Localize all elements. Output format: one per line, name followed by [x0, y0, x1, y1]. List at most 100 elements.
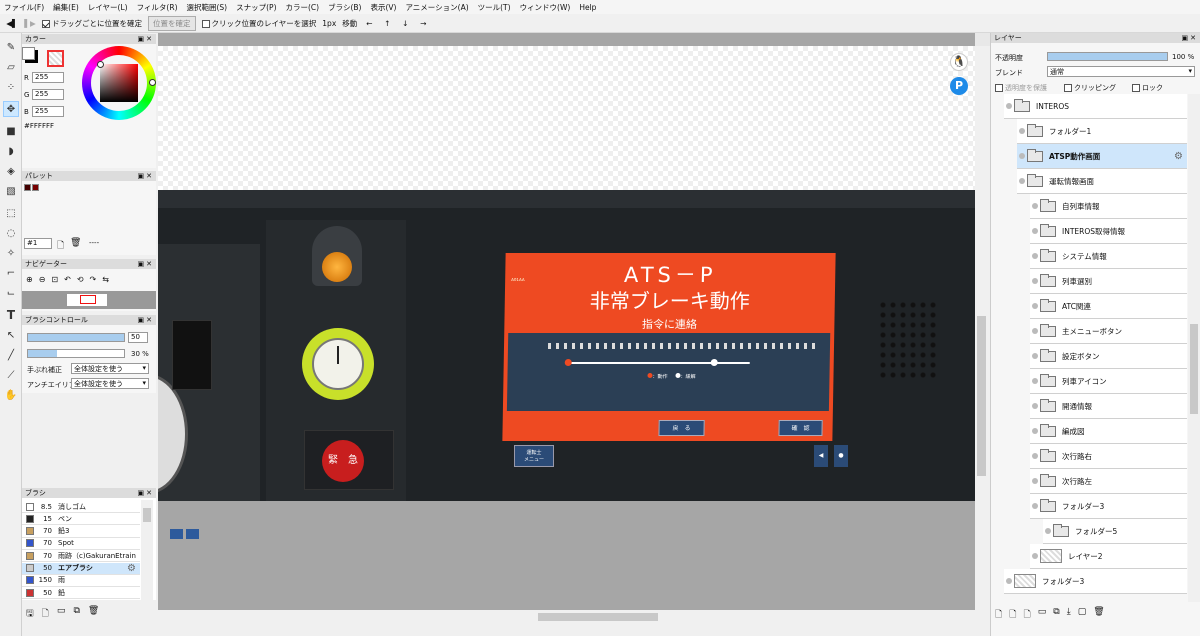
arrow-up-icon[interactable]: ↑	[381, 16, 393, 30]
arrow-left-icon[interactable]: ←	[363, 16, 375, 30]
new-brush-icon[interactable]: 🗋	[42, 606, 49, 622]
pixiv-icon[interactable]: P	[950, 77, 968, 95]
palette-swatch[interactable]	[32, 184, 39, 191]
clipping-checkbox[interactable]: クリッピング	[1064, 83, 1116, 93]
menu-item[interactable]: ブラシ(B)	[328, 2, 361, 13]
layer-row[interactable]: 次行路左	[1030, 469, 1187, 494]
new-folder-icon[interactable]: ▭	[1038, 607, 1047, 623]
prev-icon[interactable]: ◀▌	[6, 16, 18, 30]
rect-select-tool-icon[interactable]: ⬚	[3, 205, 19, 221]
brush-item[interactable]: 70 雨跡（c)GakuranEtrain	[22, 550, 140, 563]
hue-handle[interactable]	[149, 79, 156, 86]
visibility-toggle-icon[interactable]	[1032, 228, 1038, 234]
position-confirm-button[interactable]: 位置を確定	[148, 15, 196, 31]
layer-row[interactable]: ATC関連	[1030, 294, 1187, 319]
delete-layer-icon[interactable]: 🗑	[1093, 607, 1104, 623]
brush-item[interactable]: 50 鉛	[22, 587, 140, 600]
visibility-toggle-icon[interactable]	[1032, 478, 1038, 484]
layer-row[interactable]: システム情報	[1030, 244, 1187, 269]
panel-controls-icon[interactable]: ▣✕	[138, 260, 156, 268]
lock-checkbox[interactable]: ロック	[1132, 83, 1163, 93]
move-tool-icon[interactable]: ✥	[3, 101, 19, 117]
layer-row[interactable]: 列車選別	[1030, 269, 1187, 294]
visibility-toggle-icon[interactable]	[1019, 153, 1025, 159]
select-eraser-tool-icon[interactable]: ⌙	[3, 285, 19, 301]
duplicate-layer-icon[interactable]: ⧉	[1053, 607, 1059, 623]
layer-row[interactable]: フォルダー3	[1030, 494, 1187, 519]
transparent-color-swatch[interactable]	[47, 50, 64, 67]
rotate-left-icon[interactable]: ↶	[64, 275, 71, 284]
g-input[interactable]: 255	[32, 89, 64, 100]
visibility-toggle-icon[interactable]	[1032, 428, 1038, 434]
hue-ring[interactable]	[82, 46, 156, 120]
visibility-toggle-icon[interactable]	[1032, 203, 1038, 209]
layer-row[interactable]: 列車アイコン	[1030, 369, 1187, 394]
visibility-toggle-icon[interactable]	[1032, 253, 1038, 259]
layer-row[interactable]: フォルダー1	[1017, 119, 1187, 144]
canvas-area[interactable]: 🐧 P 緊 急 A01AA ATS－P 非常ブレーキ動作 指令に連絡 ：動作 ：…	[158, 33, 975, 610]
gear-icon[interactable]: ⚙	[127, 563, 136, 574]
brush-list-scrollbar[interactable]	[141, 500, 153, 600]
layer-row[interactable]: INTEROS	[1004, 94, 1187, 119]
panel-controls-icon[interactable]: ▣✕	[138, 316, 156, 324]
visibility-toggle-icon[interactable]	[1019, 178, 1025, 184]
layer-opacity-slider[interactable]	[1047, 52, 1168, 61]
penguin-icon[interactable]: 🐧	[950, 53, 968, 71]
flip-icon[interactable]: ⇆	[102, 275, 109, 284]
canvas-horizontal-scrollbar[interactable]	[158, 610, 975, 625]
brush-item[interactable]: 8.5 消しゴム	[22, 501, 140, 513]
divide-tool-icon[interactable]: ╱	[3, 347, 19, 363]
b-input[interactable]: 255	[32, 106, 64, 117]
layer-row[interactable]: 次行路右	[1030, 444, 1187, 469]
layer-list-scrollbar[interactable]	[1188, 94, 1200, 602]
menu-item[interactable]: フィルタ(R)	[137, 2, 178, 13]
layer-row[interactable]: 編成図	[1030, 419, 1187, 444]
menu-item[interactable]: ウィンドウ(W)	[520, 2, 571, 13]
new-layer-1bit-icon[interactable]: 🗋	[1024, 607, 1031, 623]
menu-item[interactable]: 表示(V)	[370, 2, 396, 13]
panel-controls-icon[interactable]: ▣✕	[138, 35, 156, 43]
zoom-in-icon[interactable]: ⊕	[26, 275, 33, 284]
visibility-toggle-icon[interactable]	[1032, 328, 1038, 334]
menu-item[interactable]: 選択範囲(S)	[187, 2, 228, 13]
arrow-down-icon[interactable]: ↓	[399, 16, 411, 30]
visibility-toggle-icon[interactable]	[1045, 528, 1051, 534]
clear-layer-icon[interactable]: ▢	[1078, 607, 1087, 623]
brush-item[interactable]: 15 ペン	[22, 513, 140, 526]
color-picker-handle[interactable]	[97, 61, 104, 68]
menu-item[interactable]: レイヤー(L)	[88, 2, 128, 13]
layer-row[interactable]: フォルダー5	[1043, 519, 1187, 544]
visibility-toggle-icon[interactable]	[1032, 503, 1038, 509]
new-layer-icon[interactable]: 🗋	[995, 607, 1002, 623]
brush-size-input[interactable]: 50	[128, 332, 148, 343]
layer-row[interactable]: INTEROS取得情報	[1030, 219, 1187, 244]
visibility-toggle-icon[interactable]	[1019, 128, 1025, 134]
layer-row[interactable]: 設定ボタン	[1030, 344, 1187, 369]
eyedropper-tool-icon[interactable]: ⟋	[3, 367, 19, 383]
visibility-toggle-icon[interactable]	[1032, 453, 1038, 459]
delete-palette-icon[interactable]: 🗑	[70, 238, 81, 248]
layer-row[interactable]: レイヤー2	[1030, 544, 1187, 569]
navigator-preview[interactable]	[22, 291, 156, 309]
fill-tool-icon[interactable]: ◈	[3, 163, 19, 179]
menu-item[interactable]: アニメーション(A)	[405, 2, 468, 13]
visibility-toggle-icon[interactable]	[1032, 378, 1038, 384]
merge-down-icon[interactable]: ⤓	[1067, 607, 1071, 623]
palette-selector[interactable]: #1	[24, 238, 52, 249]
menu-item[interactable]: ファイル(F)	[4, 2, 44, 13]
zoom-fit-icon[interactable]: ⊡	[51, 275, 58, 284]
visibility-toggle-icon[interactable]	[1032, 278, 1038, 284]
layer-row[interactable]: 開通情報	[1030, 394, 1187, 419]
bucket-tool-icon[interactable]: ◗	[3, 143, 19, 159]
copy-brush-icon[interactable]: ⧉	[73, 606, 79, 622]
stabilizer-select[interactable]: 全体設定を使う ▾	[71, 363, 149, 374]
panel-controls-icon[interactable]: ▣✕	[138, 489, 156, 497]
new-palette-icon[interactable]: 🗋	[57, 238, 64, 254]
new-layer-8bit-icon[interactable]: 🗋	[1009, 607, 1016, 623]
eraser-tool-icon[interactable]: ▱	[3, 59, 19, 75]
drag-confirm-checkbox[interactable]: ドラッグごとに位置を確定	[42, 18, 142, 29]
brush-item[interactable]: 70 鉛3	[22, 525, 140, 538]
menu-item[interactable]: 編集(E)	[53, 2, 79, 13]
canvas-vertical-scrollbar[interactable]	[975, 46, 988, 610]
layer-row[interactable]: 運転情報画面	[1017, 169, 1187, 194]
